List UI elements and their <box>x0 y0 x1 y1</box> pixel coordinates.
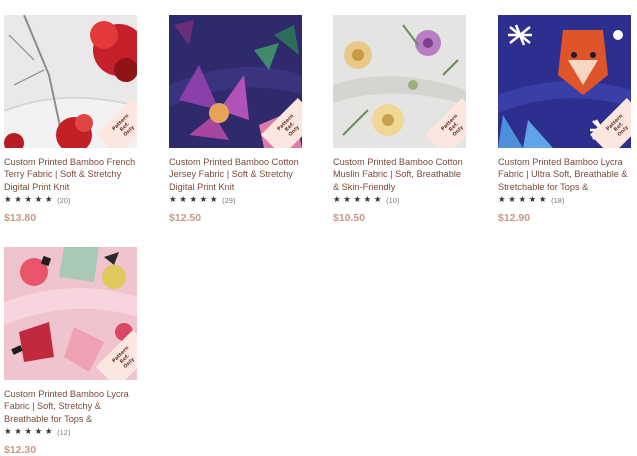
star-rating-icon: ★★★★★ <box>169 195 221 205</box>
product-rating: ★★★★★ (29) <box>169 194 302 206</box>
review-count: (10) <box>386 195 400 205</box>
product-title[interactable]: Custom Printed Bamboo French Terry Fabri… <box>4 156 137 193</box>
product-image[interactable]: Pattern Ref. Only <box>169 15 302 148</box>
product-image[interactable]: Pattern Ref. Only <box>4 247 137 380</box>
product-image[interactable]: Pattern Ref. Only <box>498 15 631 148</box>
star-rating-icon: ★★★★★ <box>498 195 550 205</box>
product-price: $12.30 <box>4 444 37 456</box>
product-rating: ★★★★★ (20) <box>4 194 137 206</box>
product-price: $10.50 <box>333 212 366 224</box>
product-card: Pattern Ref. Only Custom Printed Bamboo … <box>4 15 137 224</box>
product-card: Pattern Ref. Only Custom Printed Bamboo … <box>169 15 302 224</box>
product-rating: ★★★★★ (12) <box>4 426 137 438</box>
star-rating-icon: ★★★★★ <box>4 195 56 205</box>
review-count: (29) <box>222 195 236 205</box>
review-count: (20) <box>57 195 71 205</box>
star-rating-icon: ★★★★★ <box>4 427 56 437</box>
review-count: (18) <box>551 195 565 205</box>
product-card: Pattern Ref. Only Custom Printed Bamboo … <box>498 15 631 224</box>
product-rating: ★★★★★ (18) <box>498 194 631 206</box>
product-rating: ★★★★★ (10) <box>333 194 466 206</box>
product-title[interactable]: Custom Printed Bamboo Cotton Jersey Fabr… <box>169 156 302 193</box>
product-title[interactable]: Custom Printed Bamboo Lycra Fabric | Ult… <box>498 156 631 193</box>
product-image[interactable]: Pattern Ref. Only <box>333 15 466 148</box>
product-card: Pattern Ref. Only Custom Printed Bamboo … <box>4 247 137 456</box>
product-price: $12.90 <box>498 212 531 224</box>
review-count: (12) <box>57 427 71 437</box>
product-title[interactable]: Custom Printed Bamboo Cotton Muslin Fabr… <box>333 156 466 193</box>
product-image[interactable]: Pattern Ref. Only <box>4 15 137 148</box>
product-grid: Pattern Ref. Only Custom Printed Bamboo … <box>0 0 637 456</box>
star-rating-icon: ★★★★★ <box>333 195 385 205</box>
product-card: Pattern Ref. Only Custom Printed Bamboo … <box>333 15 466 224</box>
product-title[interactable]: Custom Printed Bamboo Lycra Fabric | Sof… <box>4 388 137 425</box>
product-price: $12.50 <box>169 212 202 224</box>
product-price: $13.80 <box>4 212 37 224</box>
